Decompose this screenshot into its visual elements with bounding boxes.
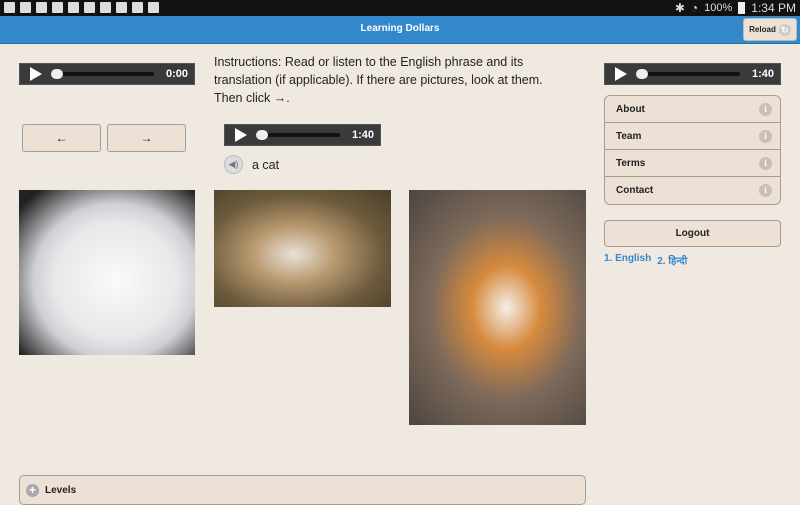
instructions-text: Instructions: Read or listen to the Engl… — [214, 55, 543, 105]
levels-collapsible[interactable]: + Levels — [19, 475, 586, 505]
menu-item-terms[interactable]: Terms i — [605, 150, 780, 177]
page-title: Learning Dollars — [360, 23, 440, 34]
wifi-icon: ◔ — [690, 1, 699, 15]
audio-player-phrase[interactable]: 1:40 — [224, 124, 381, 146]
phrase-row: ◀) a cat — [224, 155, 279, 174]
cat-photo-white — [19, 190, 195, 355]
battery-icon — [738, 2, 746, 14]
audio-seek-bar[interactable] — [256, 130, 340, 140]
menu-item-label: Team — [616, 130, 642, 142]
phrase-text: a cat — [252, 157, 280, 172]
notification-icons — [4, 2, 159, 13]
cat-photo-calico — [214, 190, 391, 307]
bluetooth-icon: ✱ — [674, 1, 685, 15]
menu-item-label: About — [616, 103, 645, 115]
menu-item-about[interactable]: About i — [605, 96, 780, 123]
audio-seek-bar[interactable] — [636, 69, 740, 79]
audio-time: 0:00 — [165, 68, 188, 80]
play-icon[interactable] — [235, 128, 247, 142]
sidebar-menu: About i Team i Terms i Contact i — [604, 95, 781, 205]
menu-item-label: Terms — [616, 157, 646, 169]
previous-button[interactable]: ← — [22, 124, 101, 152]
audio-time: 1:40 — [351, 129, 374, 141]
info-icon: i — [759, 129, 772, 143]
language-links: 1. English 2. हिन्दी — [604, 253, 687, 267]
next-button[interactable]: → — [107, 124, 186, 152]
plus-icon: + — [26, 483, 39, 497]
audio-player-instructions[interactable]: 0:00 — [19, 63, 195, 85]
app-header: Learning Dollars Reload ↻ — [0, 16, 800, 44]
audio-seek-bar[interactable] — [51, 69, 154, 79]
info-icon: i — [759, 156, 772, 170]
play-icon[interactable] — [615, 67, 627, 81]
info-icon: i — [759, 184, 772, 197]
refresh-icon: ↻ — [778, 23, 791, 36]
play-icon[interactable] — [30, 67, 42, 81]
reload-button[interactable]: Reload ↻ — [743, 18, 797, 41]
audio-time: 1:40 — [751, 68, 774, 80]
cat-photo-orange — [409, 190, 586, 425]
menu-item-label: Contact — [616, 185, 654, 196]
audio-player-sidebar[interactable]: 1:40 — [604, 63, 781, 85]
clock: 1:34 PM — [751, 1, 796, 15]
levels-label: Levels — [45, 484, 77, 496]
language-link-hindi[interactable]: 2. हिन्दी — [657, 253, 687, 267]
reload-label: Reload — [749, 25, 776, 34]
speaker-icon[interactable]: ◀) — [224, 155, 243, 174]
battery-percent: 100% — [704, 2, 733, 14]
menu-item-team[interactable]: Team i — [605, 123, 780, 150]
status-bar: ✱ ◔ 100% 1:34 PM — [0, 0, 800, 16]
info-icon: i — [759, 102, 772, 116]
menu-item-contact[interactable]: Contact i — [605, 177, 780, 204]
logout-button[interactable]: Logout — [604, 220, 781, 247]
language-link-english[interactable]: 1. English — [604, 253, 651, 267]
